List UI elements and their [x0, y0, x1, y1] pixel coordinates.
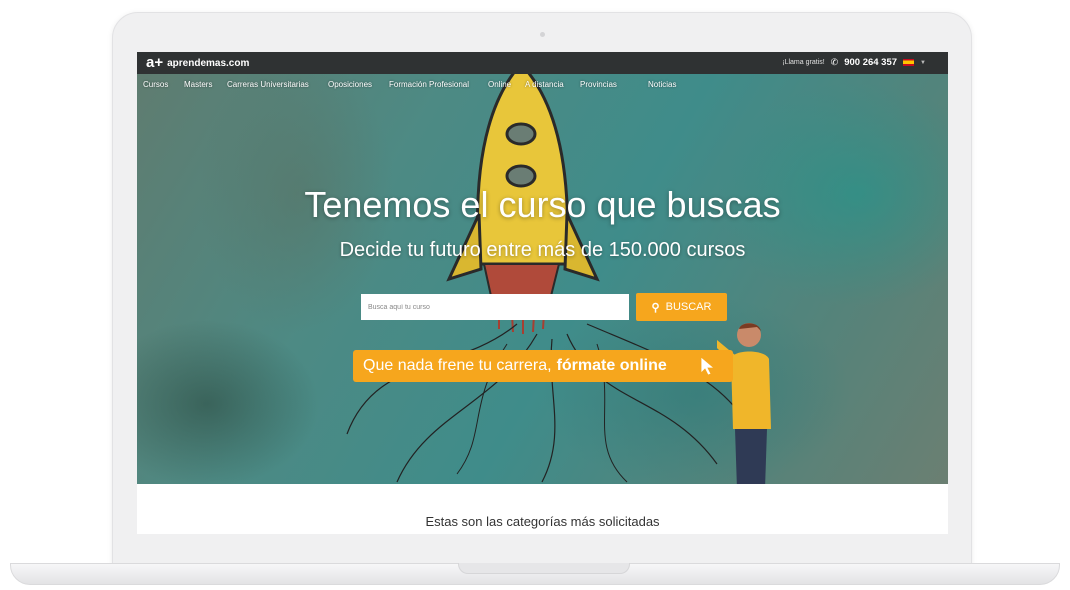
- nav-item-provincias[interactable]: Provincias: [580, 80, 617, 89]
- nav-item-cursos[interactable]: Cursos: [143, 80, 168, 89]
- hero-subtitle: Decide tu futuro entre más de 150.000 cu…: [339, 239, 746, 261]
- nav-item-fp[interactable]: Formación Profesional: [389, 80, 469, 89]
- nav-item-masters[interactable]: Masters: [184, 80, 212, 89]
- logo-text: aprendemas.com: [167, 57, 250, 69]
- nav-item-distancia[interactable]: A distancia: [525, 80, 564, 89]
- camera-dot: [540, 32, 545, 37]
- chevron-down-icon[interactable]: ▼: [920, 60, 926, 66]
- cta-text: Que nada frene tu carrera,: [363, 357, 552, 374]
- categories-heading: Estas son las categorías más solicitadas: [425, 514, 660, 529]
- search-button-label: BUSCAR: [665, 301, 712, 313]
- top-bar: a+ aprendemas.com ¡Llama gratis! ✆ 900 2…: [137, 52, 948, 74]
- hero-banner: Cursos Masters Carreras Universitarias O…: [137, 74, 948, 484]
- call-free-label: ¡Llama gratis!: [782, 59, 825, 66]
- laptop-base-notch: [458, 563, 630, 574]
- search-button[interactable]: ⚲ BUSCAR: [636, 293, 727, 321]
- search-input[interactable]: [361, 294, 629, 320]
- laptop-screen: a+ aprendemas.com ¡Llama gratis! ✆ 900 2…: [137, 52, 948, 534]
- search-icon: ⚲: [651, 301, 660, 314]
- contact-area: ¡Llama gratis! ✆ 900 264 357 ▼: [782, 57, 926, 68]
- main-nav: Cursos Masters Carreras Universitarias O…: [137, 74, 948, 94]
- pointer-cursor-icon: [700, 356, 716, 376]
- nav-item-carreras[interactable]: Carreras Universitarias: [227, 80, 309, 89]
- hero-title: Tenemos el curso que buscas: [304, 184, 781, 225]
- phone-icon: ✆: [830, 57, 839, 67]
- nav-item-noticias[interactable]: Noticias: [648, 80, 676, 89]
- nav-item-oposiciones[interactable]: Oposiciones: [328, 80, 372, 89]
- rocket-exhaust-lines: [346, 323, 748, 483]
- cta-bold-text: fórmate online: [556, 357, 667, 374]
- phone-number[interactable]: 900 264 357: [844, 57, 897, 68]
- nav-item-online[interactable]: Online: [488, 80, 511, 89]
- logo-mark: a+: [146, 54, 164, 71]
- online-cta-button[interactable]: Que nada frene tu carrera, fórmate onlin…: [353, 350, 733, 382]
- site-logo[interactable]: a+ aprendemas.com: [146, 54, 249, 72]
- spain-flag-icon[interactable]: [903, 59, 915, 66]
- person-photo: [717, 323, 771, 484]
